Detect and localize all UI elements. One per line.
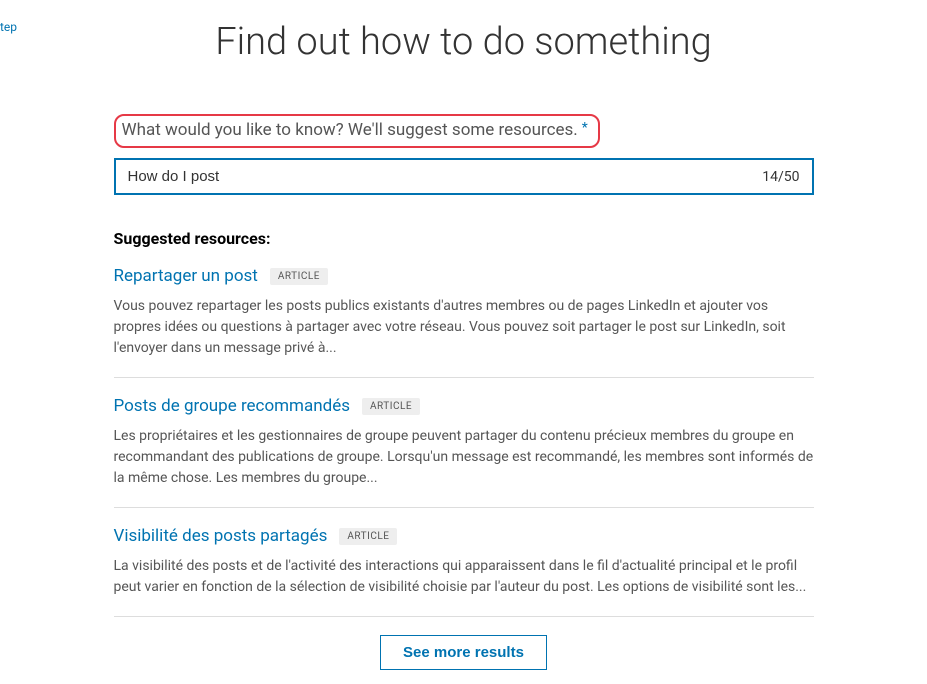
result-type-badge: ARTICLE [270,268,328,285]
result-title-link[interactable]: Repartager un post [114,266,258,286]
question-label: What would you like to know? We'll sugge… [122,120,578,140]
top-step-link[interactable]: tep [0,20,17,34]
result-description: La visibilité des posts et de l'activité… [114,556,814,598]
suggested-resources-heading: Suggested resources: [114,229,814,248]
result-description: Vous pouvez repartager les posts publics… [114,296,814,359]
result-title-row: Visibilité des posts partagés ARTICLE [114,526,814,546]
result-title-row: Repartager un post ARTICLE [114,266,814,286]
required-asterisk: * [582,120,588,136]
page-title: Find out how to do something [114,20,814,64]
result-type-badge: ARTICLE [362,398,420,415]
question-label-highlight: What would you like to know? We'll sugge… [114,114,600,148]
result-title-link[interactable]: Posts de groupe recommandés [114,396,350,416]
result-type-badge: ARTICLE [339,528,397,545]
char-counter: 14/50 [762,169,799,185]
see-more-button[interactable]: See more results [380,635,547,670]
result-title-row: Posts de groupe recommandés ARTICLE [114,396,814,416]
main-container: Find out how to do something What would … [84,20,844,670]
result-item: Posts de groupe recommandés ARTICLE Les … [114,396,814,508]
search-input-box[interactable]: 14/50 [114,158,814,195]
result-description: Les propriétaires et les gestionnaires d… [114,426,814,489]
search-input[interactable] [128,168,753,185]
see-more-wrapper: See more results [114,635,814,670]
result-title-link[interactable]: Visibilité des posts partagés [114,526,328,546]
result-item: Repartager un post ARTICLE Vous pouvez r… [114,266,814,378]
result-item: Visibilité des posts partagés ARTICLE La… [114,526,814,617]
